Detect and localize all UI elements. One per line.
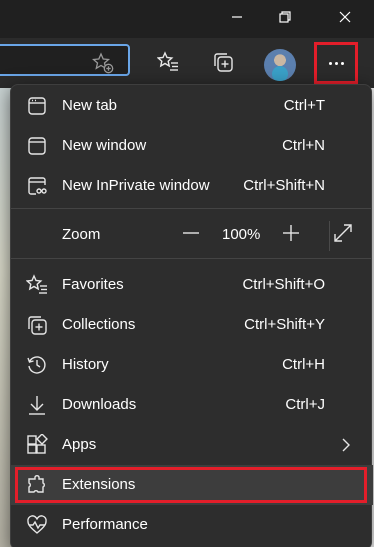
add-favorite-icon	[91, 51, 114, 79]
downloads-icon	[25, 393, 49, 417]
performance-icon	[25, 513, 49, 537]
zoom-label: Zoom	[62, 226, 101, 243]
collections-button[interactable]	[205, 46, 241, 82]
menu-item-label: New InPrivate window	[62, 177, 210, 194]
menu-divider	[11, 208, 371, 209]
zoom-out-icon	[182, 224, 200, 247]
menu-item-label: New window	[62, 137, 147, 154]
menu-item-shortcut: Ctrl+N	[282, 137, 325, 154]
zoom-separator	[329, 221, 330, 251]
add-favorite-button[interactable]	[90, 51, 116, 79]
menu-item-label: History	[62, 356, 109, 373]
zoom-in-button[interactable]	[279, 223, 303, 247]
chevron-right-icon	[339, 437, 353, 453]
extensions-icon	[25, 473, 49, 497]
menu-item-new-inprivate-window[interactable]: New InPrivate window Ctrl+Shift+N	[11, 166, 373, 206]
browser-toolbar	[0, 38, 374, 88]
fullscreen-button[interactable]	[331, 223, 355, 247]
new-tab-icon	[25, 94, 49, 118]
collections-icon	[25, 313, 49, 337]
favorites-icon	[156, 50, 179, 78]
menu-item-new-window[interactable]: New window Ctrl+N	[11, 126, 373, 166]
fullscreen-icon	[333, 223, 353, 248]
menu-item-collections[interactable]: Collections Ctrl+Shift+Y	[11, 305, 373, 345]
menu-item-label: Downloads	[62, 396, 137, 413]
close-window-button[interactable]	[322, 0, 368, 38]
menu-item-shortcut: Ctrl+T	[283, 97, 325, 114]
menu-item-label: New tab	[62, 97, 118, 114]
zoom-level: 100%	[222, 226, 261, 243]
zoom-in-icon	[282, 224, 300, 247]
more-icon	[328, 61, 344, 65]
close-icon	[339, 10, 351, 28]
minimize-icon	[231, 10, 243, 28]
profile-avatar[interactable]	[264, 49, 296, 81]
menu-item-label: Apps	[62, 436, 97, 453]
menu-item-shortcut: Ctrl+Shift+O	[242, 276, 325, 293]
restore-button[interactable]	[262, 0, 308, 38]
inprivate-icon	[25, 174, 49, 198]
restore-icon	[279, 10, 291, 28]
menu-item-label: Collections	[62, 316, 136, 333]
menu-item-shortcut: Ctrl+H	[282, 356, 325, 373]
menu-item-history[interactable]: History Ctrl+H	[11, 345, 373, 385]
minimize-button[interactable]	[214, 0, 260, 38]
favorites-button[interactable]	[150, 46, 186, 82]
favorites-icon	[25, 273, 49, 297]
new-window-icon	[25, 134, 49, 158]
browser-window: New tab Ctrl+T New window Ctrl+N New InP…	[0, 0, 374, 547]
collections-icon	[212, 51, 234, 78]
menu-item-shortcut: Ctrl+Shift+Y	[244, 316, 325, 333]
menu-item-extensions[interactable]: Extensions	[11, 465, 373, 505]
menu-item-label: Extensions	[62, 476, 136, 493]
menu-item-label: Performance	[62, 516, 148, 533]
history-icon	[25, 353, 49, 377]
menu-divider	[11, 258, 371, 259]
menu-item-label: Favorites	[62, 276, 124, 293]
menu-item-shortcut: Ctrl+Shift+N	[243, 177, 325, 194]
menu-item-apps[interactable]: Apps	[11, 425, 373, 465]
title-bar	[0, 0, 374, 38]
apps-icon	[25, 433, 49, 457]
menu-item-performance[interactable]: Performance	[11, 505, 373, 545]
settings-and-more-button[interactable]	[314, 42, 358, 84]
zoom-out-button[interactable]	[179, 223, 203, 247]
menu-item-shortcut: Ctrl+J	[285, 396, 325, 413]
menu-item-new-tab[interactable]: New tab Ctrl+T	[11, 86, 373, 126]
menu-item-favorites[interactable]: Favorites Ctrl+Shift+O	[11, 265, 373, 305]
settings-menu: New tab Ctrl+T New window Ctrl+N New InP…	[10, 84, 373, 547]
menu-item-zoom: Zoom 100%	[11, 215, 373, 255]
menu-item-downloads[interactable]: Downloads Ctrl+J	[11, 385, 373, 425]
